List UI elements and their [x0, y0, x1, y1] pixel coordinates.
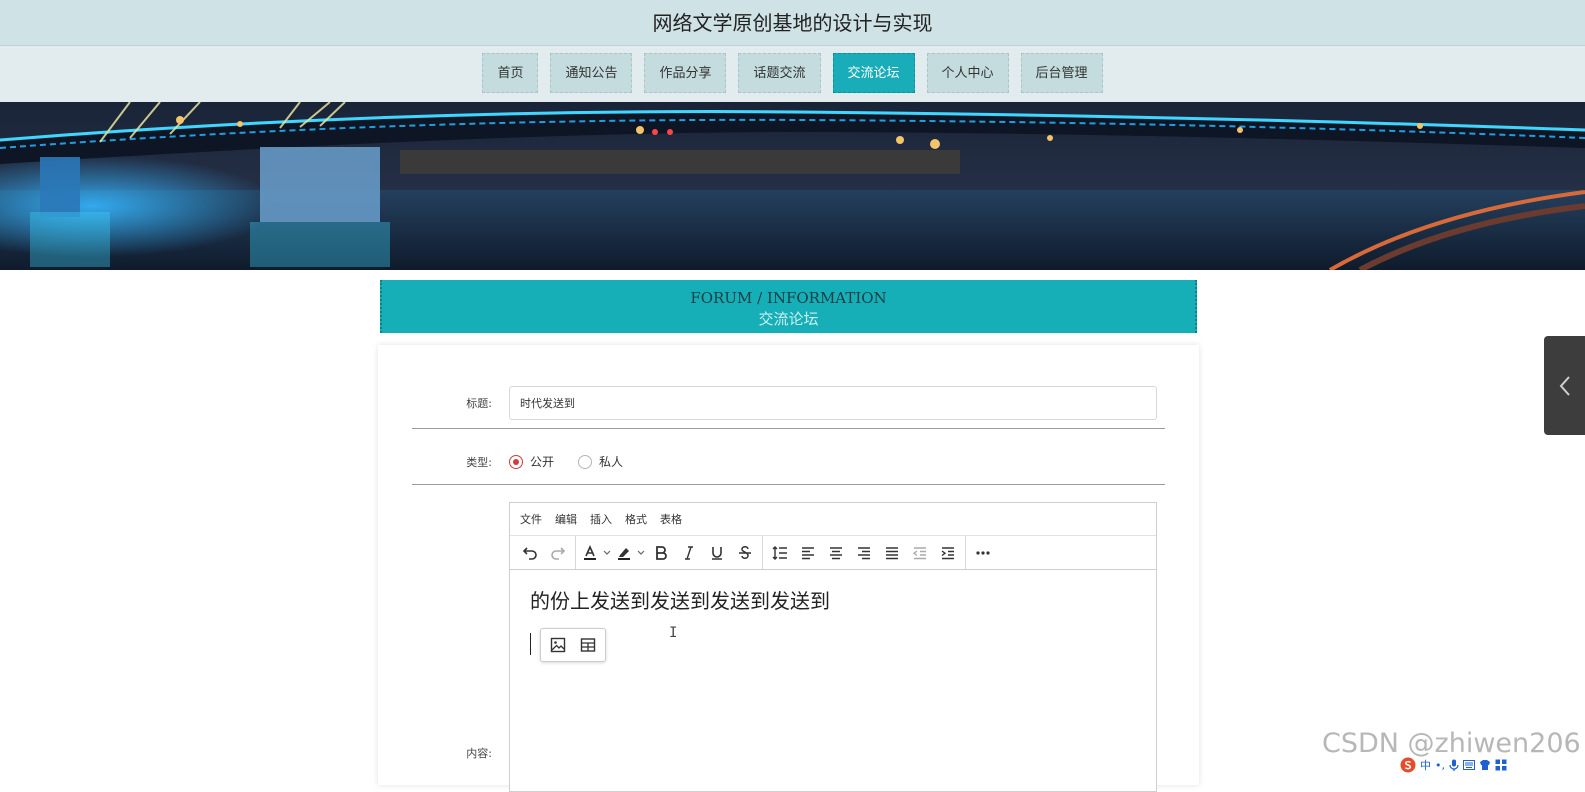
editor-toolbar [510, 536, 1156, 570]
italic-icon [685, 545, 693, 560]
chevron-down-icon [603, 550, 611, 555]
align-left-button[interactable] [794, 539, 822, 567]
menu-table[interactable]: 表格 [660, 511, 682, 527]
align-center-icon [830, 546, 842, 559]
banner-image [0, 102, 1585, 270]
microphone-icon[interactable] [1449, 759, 1459, 771]
strikethrough-button[interactable] [731, 539, 759, 567]
highlight-icon [618, 547, 630, 560]
toolbar-separator [762, 536, 763, 569]
bold-icon [656, 545, 667, 560]
editor-content-text[interactable]: 的份上发送到发送到发送到发送到 [530, 585, 830, 614]
bold-button[interactable] [647, 539, 675, 567]
content-label: 内容: [466, 747, 492, 760]
align-left-icon [802, 546, 814, 559]
align-center-button[interactable] [822, 539, 850, 567]
toolbox-icon[interactable] [1495, 759, 1507, 771]
type-radio-private[interactable]: 私人 [578, 453, 623, 470]
table-icon [580, 638, 596, 652]
italic-button[interactable] [675, 539, 703, 567]
indent-icon [941, 546, 954, 559]
redo-icon [551, 546, 566, 560]
ime-mode-label[interactable]: 中 [1420, 757, 1431, 773]
keyboard-icon[interactable] [1463, 760, 1475, 770]
undo-icon [522, 546, 537, 560]
text-color-button[interactable] [579, 539, 601, 567]
nav-item-works[interactable]: 作品分享 [644, 53, 727, 93]
align-justify-button[interactable] [878, 539, 906, 567]
highlight-button[interactable] [613, 539, 635, 567]
site-title: 网络文学原创基地的设计与实现 [652, 11, 933, 35]
more-button[interactable] [969, 539, 997, 567]
menu-insert[interactable]: 插入 [590, 511, 612, 527]
side-panel-toggle[interactable] [1544, 336, 1585, 435]
image-icon [550, 637, 566, 653]
undo-button[interactable] [516, 539, 544, 567]
line-height-icon [772, 545, 787, 560]
radio-checked-icon [509, 454, 523, 469]
menu-edit[interactable]: 编辑 [555, 511, 577, 527]
insert-table-button[interactable] [574, 631, 602, 659]
divider [412, 484, 1165, 485]
nav-item-topics[interactable]: 话题交流 [738, 53, 821, 93]
type-radio-private-label: 私人 [599, 455, 624, 469]
rich-text-editor: 文件 编辑 插入 格式 表格 的份上发送到发送到发送到发送到 I [509, 502, 1157, 792]
underline-button[interactable] [703, 539, 731, 567]
ime-toolbar: 中 •, [1400, 757, 1507, 773]
editor-menubar: 文件 编辑 插入 格式 表格 [510, 503, 1156, 536]
quick-insert-toolbar [540, 628, 606, 662]
type-radio-public-label: 公开 [530, 455, 555, 469]
title-label: 标题: [466, 397, 492, 410]
nav-item-home[interactable]: 首页 [482, 53, 539, 93]
menu-format[interactable]: 格式 [625, 511, 647, 527]
align-right-icon [858, 546, 870, 559]
type-label: 类型: [466, 456, 492, 469]
underline-icon [712, 546, 722, 560]
text-color-dropdown[interactable] [601, 539, 613, 567]
more-icon [976, 550, 990, 555]
menu-file[interactable]: 文件 [520, 511, 542, 527]
toolbar-separator [575, 536, 576, 569]
nav-item-admin[interactable]: 后台管理 [1020, 53, 1103, 93]
main-nav: 首页 通知公告 作品分享 话题交流 交流论坛 个人中心 后台管理 [0, 46, 1585, 102]
highlight-dropdown[interactable] [635, 539, 647, 567]
insert-image-button[interactable] [544, 631, 572, 659]
divider [412, 428, 1165, 429]
indent-button[interactable] [934, 539, 962, 567]
text-color-icon [584, 544, 596, 560]
outdent-button[interactable] [906, 539, 934, 567]
type-radio-public[interactable]: 公开 [509, 453, 554, 470]
section-header: FORUM / INFORMATION 交流论坛 [380, 280, 1197, 333]
watermark: CSDN @zhiwen206 [1322, 728, 1581, 759]
align-justify-icon [886, 546, 898, 559]
align-right-button[interactable] [850, 539, 878, 567]
site-header: 网络文学原创基地的设计与实现 [0, 0, 1585, 46]
toolbar-separator [965, 536, 966, 569]
chevron-down-icon [637, 550, 645, 555]
punctuation-icon[interactable]: •, [1435, 759, 1445, 772]
chevron-left-icon [1559, 375, 1570, 396]
skin-icon[interactable] [1479, 759, 1491, 771]
outdent-icon [912, 546, 926, 559]
title-input[interactable] [509, 386, 1157, 420]
radio-unchecked-icon [578, 454, 592, 469]
nav-item-forum[interactable]: 交流论坛 [832, 53, 915, 93]
line-height-button[interactable] [766, 539, 794, 567]
section-title-cn: 交流论坛 [758, 310, 819, 328]
section-title-en: FORUM / INFORMATION [690, 289, 887, 307]
sogou-logo-icon [1400, 757, 1416, 773]
text-caret [530, 633, 531, 655]
strikethrough-icon [739, 545, 751, 559]
mouse-cursor-ibeam: I [669, 625, 678, 641]
redo-button[interactable] [544, 539, 572, 567]
nav-item-notices[interactable]: 通知公告 [550, 53, 633, 93]
nav-item-profile[interactable]: 个人中心 [926, 53, 1009, 93]
